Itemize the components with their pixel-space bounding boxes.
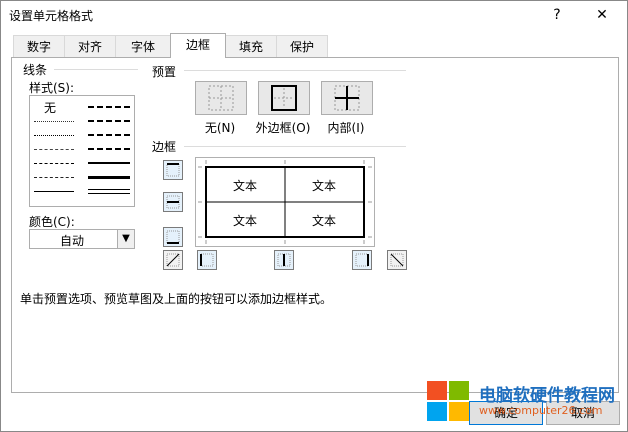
watermark-title: 电脑软硬件教程网 xyxy=(479,386,615,406)
color-label: 颜色(C): xyxy=(29,215,75,229)
border-left-icon xyxy=(200,253,214,267)
color-select[interactable]: 自动 ▼ xyxy=(29,229,135,249)
preset-none-icon xyxy=(208,85,234,111)
line-style-thick[interactable] xyxy=(88,176,130,179)
line-style-dash-dot-dot[interactable] xyxy=(34,149,74,150)
close-button[interactable]: ✕ xyxy=(587,4,617,26)
tab-font[interactable]: 字体 xyxy=(115,35,171,58)
preset-outline-button[interactable] xyxy=(258,81,310,115)
preset-inside-button[interactable] xyxy=(321,81,373,115)
border-top-button[interactable] xyxy=(163,160,183,180)
border-bottom-button[interactable] xyxy=(163,227,183,247)
border-left-button[interactable] xyxy=(197,250,217,270)
line-style-hair[interactable] xyxy=(34,121,74,122)
watermark-url: www.computer26.com xyxy=(479,404,603,417)
preview-cell: 文本 xyxy=(312,214,337,228)
preset-inside-icon xyxy=(334,85,360,111)
border-panel: 线条 样式(S): 无 颜色(C): 自动 ▼ 预置 无(N) 外边框(O) 内… xyxy=(11,57,619,393)
preset-outline-icon xyxy=(271,85,297,111)
format-cells-dialog: 设置单元格格式 ? ✕ 数字 对齐 字体 边框 填充 保护 线条 样式(S): … xyxy=(0,0,628,432)
help-button[interactable]: ? xyxy=(542,4,572,26)
line-style-double[interactable] xyxy=(88,189,130,194)
line-style-dashed[interactable] xyxy=(34,177,74,178)
border-bottom-icon xyxy=(166,230,180,244)
tab-fill[interactable]: 填充 xyxy=(225,35,277,58)
border-diagonal-down-icon xyxy=(390,253,404,267)
border-diagonal-up-icon xyxy=(166,253,180,267)
preset-none-label: 无(N) xyxy=(204,121,236,135)
line-group-separator xyxy=(54,69,138,70)
style-label: 样式(S): xyxy=(29,81,75,95)
preset-none-button[interactable] xyxy=(195,81,247,115)
line-group-label: 线条 xyxy=(23,63,48,77)
preset-outline-label: 外边框(O) xyxy=(255,121,311,135)
border-right-icon xyxy=(355,253,369,267)
line-style-slant-dash-dot[interactable] xyxy=(88,120,130,122)
line-style-medium-dash-dot-dot[interactable] xyxy=(88,106,130,108)
tab-border[interactable]: 边框 xyxy=(170,33,226,58)
line-style-list[interactable]: 无 xyxy=(29,95,135,207)
line-style-none[interactable]: 无 xyxy=(44,99,56,116)
presets-group-label: 预置 xyxy=(152,65,177,79)
line-style-medium-dashed[interactable] xyxy=(88,148,130,150)
border-top-icon xyxy=(166,163,180,177)
line-style-medium-dash-dot[interactable] xyxy=(88,134,130,136)
tab-number[interactable]: 数字 xyxy=(13,35,65,58)
chevron-down-icon[interactable]: ▼ xyxy=(117,230,134,248)
border-group-label: 边框 xyxy=(152,140,177,154)
border-inside-vertical-button[interactable] xyxy=(274,250,294,270)
border-diagonal-down-button[interactable] xyxy=(387,250,407,270)
title-bar: 设置单元格格式 ? ✕ xyxy=(1,1,627,29)
line-style-dotted[interactable] xyxy=(34,135,74,136)
border-inside-horizontal-icon xyxy=(166,195,180,209)
line-style-medium[interactable] xyxy=(88,162,130,164)
border-group-separator xyxy=(184,146,406,147)
border-inside-horizontal-button[interactable] xyxy=(163,192,183,212)
border-preview[interactable]: 文本 文本 文本 文本 xyxy=(195,157,375,247)
border-right-button[interactable] xyxy=(352,250,372,270)
preview-cell: 文本 xyxy=(233,179,258,193)
tab-alignment[interactable]: 对齐 xyxy=(64,35,116,58)
preview-cell: 文本 xyxy=(233,214,258,228)
dialog-title: 设置单元格格式 xyxy=(9,9,94,23)
border-inside-vertical-icon xyxy=(277,253,291,267)
line-style-dash-dot[interactable] xyxy=(34,163,74,164)
preset-inside-label: 内部(I) xyxy=(327,121,365,135)
border-diagonal-up-button[interactable] xyxy=(163,250,183,270)
windows-logo-icon xyxy=(427,381,469,421)
hint-text: 单击预置选项、预览草图及上面的按钮可以添加边框样式。 xyxy=(20,292,333,306)
preview-grid-icon xyxy=(198,160,372,244)
line-style-thin[interactable] xyxy=(34,191,74,192)
tab-protection[interactable]: 保护 xyxy=(276,35,328,58)
preview-cell: 文本 xyxy=(312,179,337,193)
presets-separator xyxy=(184,70,406,71)
color-value: 自动 xyxy=(60,234,85,248)
